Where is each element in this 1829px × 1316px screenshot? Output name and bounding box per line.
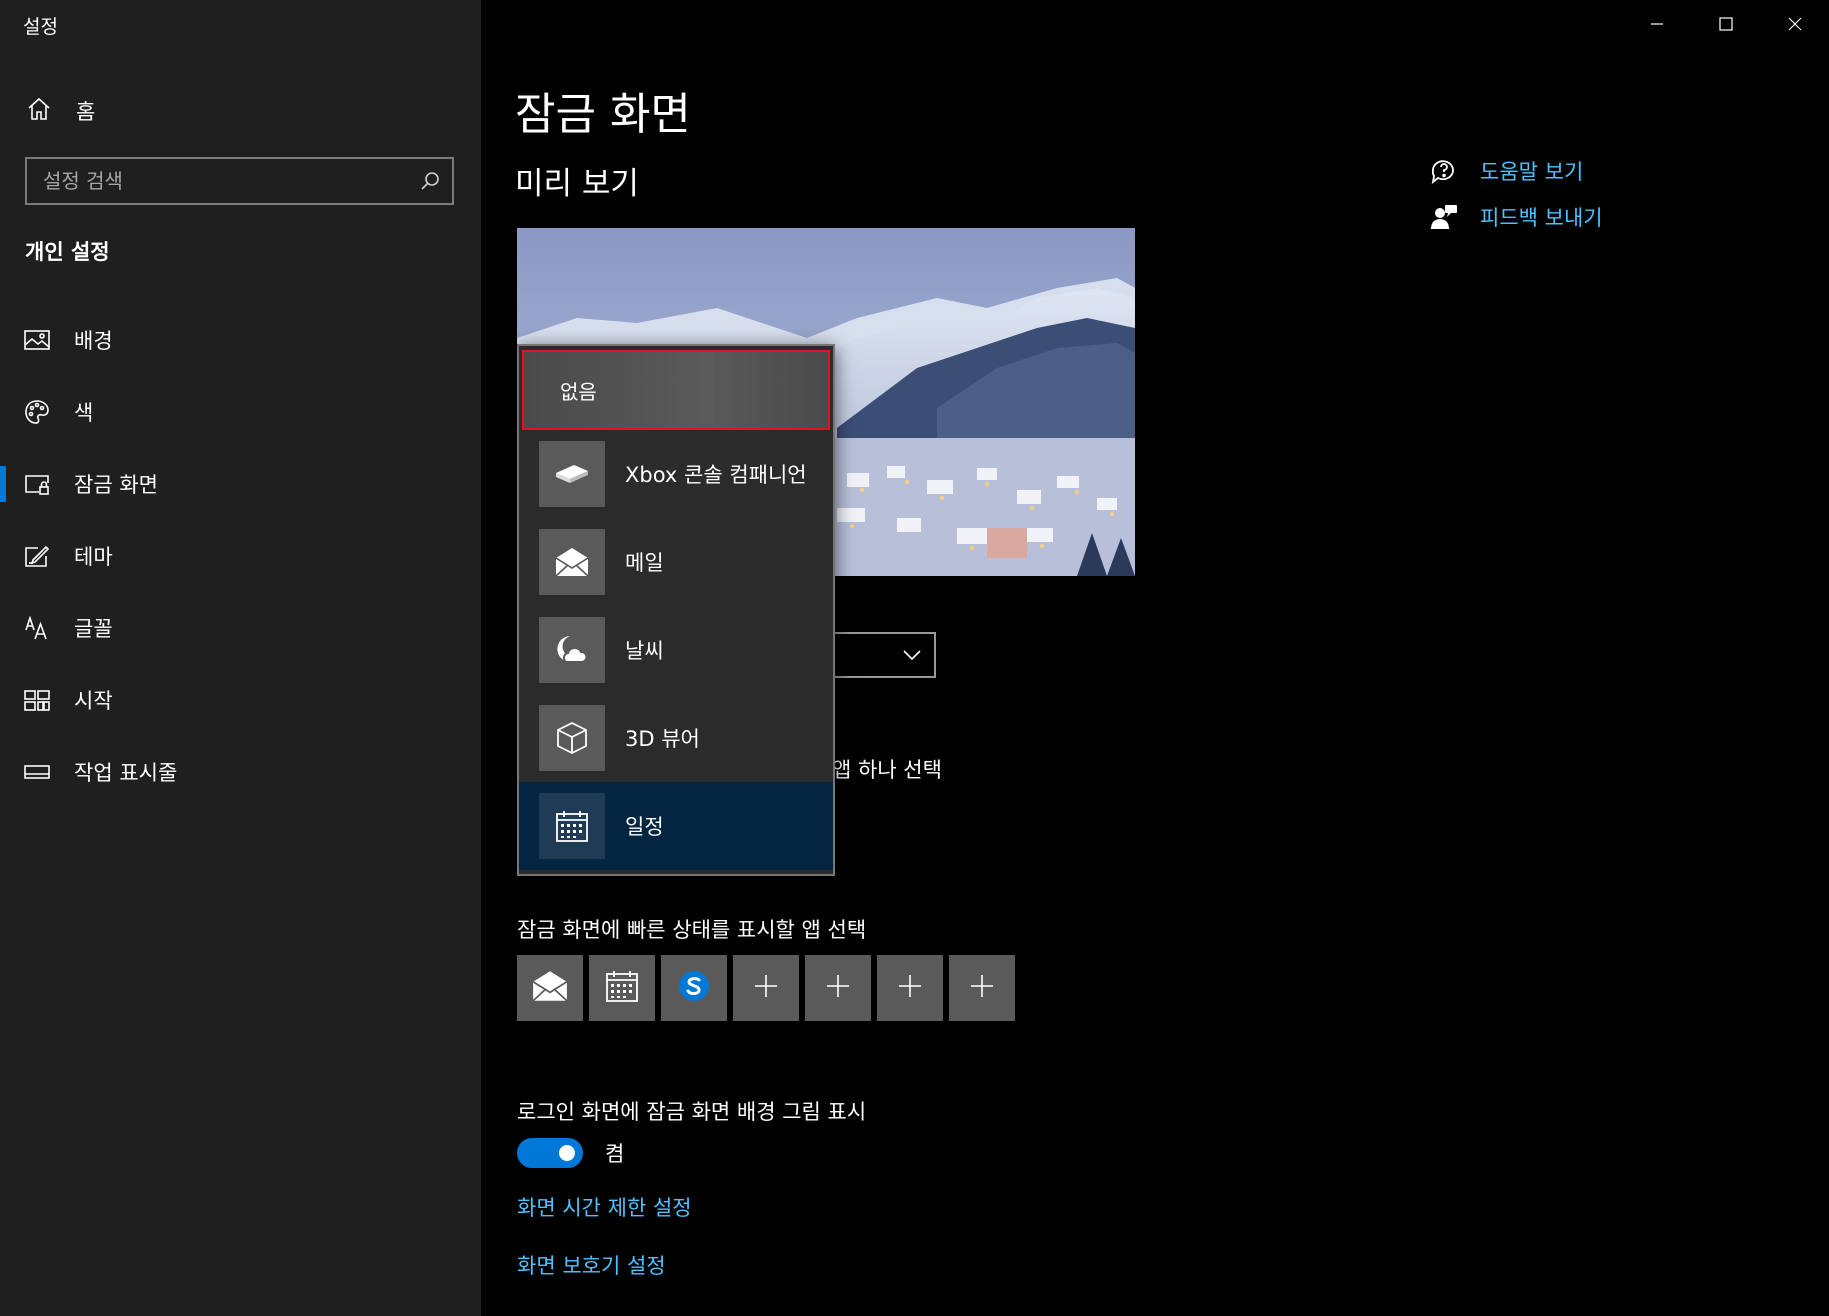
theme-icon: [24, 543, 50, 569]
start-icon: [24, 687, 50, 713]
minimize-icon: [1649, 16, 1665, 36]
mail-icon: [539, 529, 605, 595]
quick-status-tile-add[interactable]: [949, 955, 1015, 1021]
home-icon: [26, 96, 52, 126]
maximize-button[interactable]: [1691, 0, 1760, 52]
mail-icon: [531, 969, 569, 1007]
sidebar-item-lock-screen[interactable]: 잠금 화면: [0, 448, 481, 520]
sidebar: 설정 홈 개인 설정 배경: [0, 0, 481, 1316]
sidebar-item-label: 색: [74, 401, 94, 425]
sidebar-item-start[interactable]: 시작: [0, 664, 481, 736]
font-icon: [24, 615, 50, 641]
sidebar-item-taskbar[interactable]: 작업 표시줄: [0, 736, 481, 808]
close-icon: [1787, 16, 1803, 36]
quick-status-label: 잠금 화면에 빠른 상태를 표시할 앱 선택: [517, 918, 867, 942]
help-links: 도움말 보기 피드백 보내기: [1428, 148, 1603, 240]
feedback-link[interactable]: 피드백 보내기: [1428, 194, 1603, 240]
sidebar-item-label: 시작: [74, 689, 113, 713]
app-picker-popup: 없음 Xbox 콘솔 컴패니언 메일 날씨 3D 뷰어 일정: [517, 344, 835, 876]
quick-status-tile-mail[interactable]: [517, 955, 583, 1021]
minimize-button[interactable]: [1622, 0, 1691, 52]
sidebar-item-colors[interactable]: 색: [0, 376, 481, 448]
palette-icon: [24, 399, 50, 425]
sidebar-item-background[interactable]: 배경: [0, 304, 481, 376]
section-title: 개인 설정: [25, 240, 110, 264]
calendar-icon: [605, 969, 639, 1007]
detailed-status-label: 앱 하나 선택: [832, 758, 942, 782]
plus-icon: [897, 973, 923, 1003]
popup-option-3d-viewer[interactable]: 3D 뷰어: [519, 694, 833, 782]
popup-option-mail[interactable]: 메일: [519, 518, 833, 606]
quick-status-tiles: [517, 955, 1021, 1021]
lock-screen-icon: [24, 471, 50, 497]
sidebar-nav: 배경 색 잠금 화면 테마 글꼴 시작 작업 표시줄: [0, 304, 481, 808]
feedback-icon: [1428, 201, 1460, 233]
popup-option-none[interactable]: 없음: [522, 350, 830, 430]
taskbar-icon: [24, 759, 50, 785]
sidebar-item-label: 테마: [74, 545, 113, 569]
sidebar-item-label: 배경: [74, 329, 113, 353]
popup-option-label: Xbox 콘솔 컴패니언: [625, 463, 807, 487]
quick-status-tile-add[interactable]: [877, 955, 943, 1021]
sidebar-item-label: 잠금 화면: [74, 473, 158, 497]
help-icon: [1428, 155, 1460, 187]
sidebar-item-label: 작업 표시줄: [74, 761, 178, 785]
sidebar-item-label: 글꼴: [74, 617, 113, 641]
search-input[interactable]: [27, 168, 408, 194]
popup-option-label: 3D 뷰어: [625, 727, 700, 751]
quick-status-tile-add[interactable]: [733, 955, 799, 1021]
plus-icon: [753, 973, 779, 1003]
help-link-label: 도움말 보기: [1480, 160, 1584, 184]
xbox-console-icon: [539, 441, 605, 507]
maximize-icon: [1718, 16, 1734, 36]
calendar-icon: [539, 793, 605, 859]
preview-heading: 미리 보기: [515, 166, 639, 202]
screen-saver-link[interactable]: 화면 보호기 설정: [517, 1250, 666, 1280]
skype-icon: [676, 968, 712, 1008]
quick-status-tile-calendar[interactable]: [589, 955, 655, 1021]
window-controls: [1622, 0, 1829, 52]
toggle-knob: [559, 1145, 575, 1161]
detailed-status-dropdown[interactable]: [832, 632, 936, 678]
popup-option-xbox[interactable]: Xbox 콘솔 컴패니언: [519, 430, 833, 518]
sidebar-item-home[interactable]: 홈: [26, 94, 95, 128]
app-title: 설정: [23, 16, 58, 38]
quick-status-tile-skype[interactable]: [661, 955, 727, 1021]
toggle-state-label: 켬: [605, 1142, 625, 1166]
popup-option-label: 일정: [625, 815, 664, 839]
popup-option-label: 날씨: [625, 639, 664, 663]
popup-option-weather[interactable]: 날씨: [519, 606, 833, 694]
search-box[interactable]: [25, 157, 454, 205]
chevron-down-icon: [902, 646, 922, 665]
popup-option-label: 메일: [625, 551, 664, 575]
screen-timeout-link[interactable]: 화면 시간 제한 설정: [517, 1192, 692, 1222]
popup-option-calendar[interactable]: 일정: [519, 782, 833, 870]
login-background-toggle[interactable]: [517, 1138, 583, 1168]
close-button[interactable]: [1760, 0, 1829, 52]
sidebar-item-fonts[interactable]: 글꼴: [0, 592, 481, 664]
page-title: 잠금 화면: [515, 89, 691, 140]
login-background-toggle-row: 켬: [517, 1138, 624, 1168]
quick-status-tile-add[interactable]: [805, 955, 871, 1021]
sidebar-item-themes[interactable]: 테마: [0, 520, 481, 592]
plus-icon: [969, 973, 995, 1003]
picture-icon: [24, 327, 50, 353]
weather-icon: [539, 617, 605, 683]
plus-icon: [825, 973, 851, 1003]
login-background-label: 로그인 화면에 잠금 화면 배경 그림 표시: [517, 1100, 867, 1124]
cube-icon: [539, 705, 605, 771]
search-icon[interactable]: [408, 159, 452, 203]
feedback-link-label: 피드백 보내기: [1480, 206, 1603, 230]
help-link[interactable]: 도움말 보기: [1428, 148, 1603, 194]
sidebar-item-home-label: 홈: [76, 100, 96, 124]
